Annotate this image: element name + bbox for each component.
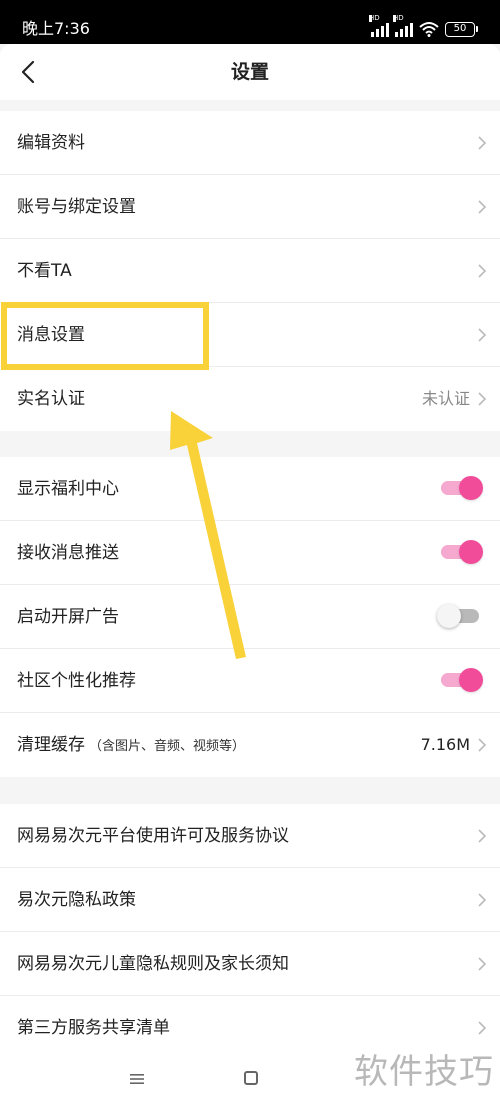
row-label: 易次元隐私政策 [17,890,136,910]
row-label: 启动开屏广告 [17,607,119,627]
wifi-icon [419,22,439,37]
chevron-right-icon [478,136,487,150]
settings-row-block-list[interactable]: 不看TA [0,239,500,303]
chevron-right-icon [478,893,487,907]
row-label: 不看TA [17,261,72,281]
home-icon[interactable] [244,1071,258,1085]
signal-icon: HD [369,15,389,37]
welfare-center-toggle[interactable] [439,476,483,500]
row-label: 显示福利中心 [17,479,119,499]
chevron-right-icon [478,957,487,971]
watermark: 软件技巧 [354,1052,494,1092]
signal-hd-tag: HD [393,14,404,22]
settings-row-edit-profile[interactable]: 编辑资料 [0,111,500,175]
personalized-recommend-toggle[interactable] [439,668,483,692]
row-label: 网易易次元儿童隐私规则及家长须知 [17,954,289,974]
row-label: 账号与绑定设置 [17,197,136,217]
page-title: 设置 [230,61,269,83]
chevron-right-icon [478,264,487,278]
clear-cache-label: 清理缓存 [17,735,85,755]
chevron-right-icon [478,392,487,406]
settings-group-account: 编辑资料 账号与绑定设置 不看TA 消息设置 实名认证 未认证 [0,111,500,431]
splash-ads-toggle[interactable] [437,604,481,628]
push-notifications-toggle[interactable] [439,540,483,564]
settings-row-splash-ads: 启动开屏广告 [0,585,500,649]
settings-row-push-notifications: 接收消息推送 [0,521,500,585]
signal-hd-tag: HD [369,14,380,22]
settings-row-service-agreement[interactable]: 网易易次元平台使用许可及服务协议 [0,804,500,868]
chevron-right-icon [478,738,487,752]
row-label: 第三方服务共享清单 [17,1018,170,1038]
app-header: 设置 [0,44,500,100]
chevron-right-icon [478,200,487,214]
settings-row-welfare-center: 显示福利中心 [0,457,500,521]
settings-row-privacy-policy[interactable]: 易次元隐私政策 [0,868,500,932]
settings-row-personalized-recommend: 社区个性化推荐 [0,649,500,713]
status-icons: HD HD 50 [369,15,478,39]
clear-cache-sublabel: （含图片、音频、视频等） [89,739,246,754]
settings-row-real-name-auth[interactable]: 实名认证 未认证 [0,367,500,431]
row-label: 编辑资料 [17,133,85,153]
cache-size-value: 7.16M [420,735,470,754]
chevron-right-icon [478,829,487,843]
chevron-right-icon [478,328,487,342]
settings-row-child-privacy[interactable]: 网易易次元儿童隐私规则及家长须知 [0,932,500,996]
settings-row-clear-cache[interactable]: 清理缓存 （含图片、音频、视频等） 7.16M [0,713,500,777]
settings-group-legal: 网易易次元平台使用许可及服务协议 易次元隐私政策 网易易次元儿童隐私规则及家长须… [0,804,500,1060]
battery-icon: 50 [445,21,478,37]
status-bar: 晚上7:36 HD HD 50 [0,0,500,44]
settings-group-preferences: 显示福利中心 接收消息推送 启动开屏广告 社区个性化推荐 清理缓存 （含图片、音频… [0,457,500,777]
status-time: 晚上7:36 [22,19,90,38]
row-label: 接收消息推送 [17,543,119,563]
row-label: 社区个性化推荐 [17,671,136,691]
chevron-right-icon [478,1021,487,1035]
menu-icon[interactable] [129,1072,145,1086]
settings-row-account-binding[interactable]: 账号与绑定设置 [0,175,500,239]
row-label: 清理缓存 （含图片、音频、视频等） [17,734,245,758]
battery-level: 50 [445,21,475,37]
auth-status-value: 未认证 [421,389,470,408]
highlight-box [1,302,209,370]
row-label: 网易易次元平台使用许可及服务协议 [17,826,289,846]
signal-icon: HD [393,15,413,37]
row-label: 实名认证 [17,389,85,409]
